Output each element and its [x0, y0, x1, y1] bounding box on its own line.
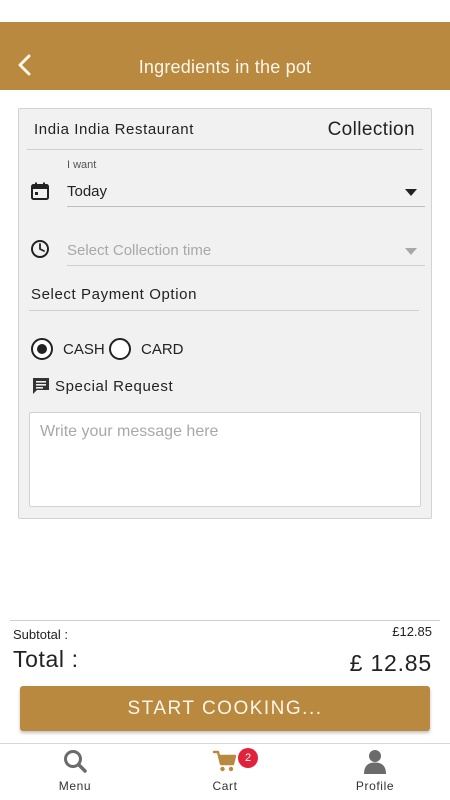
want-label: I want — [67, 159, 97, 171]
total-value: £ 12.85 — [349, 650, 432, 676]
nav-label-profile: Profile — [355, 779, 395, 793]
collection-time-select[interactable]: Select Collection time — [67, 236, 425, 266]
page-title: Ingredients in the pot — [138, 57, 312, 77]
calendar-icon — [30, 181, 50, 201]
divider — [27, 149, 423, 150]
clock-icon — [30, 239, 50, 259]
divider — [10, 620, 440, 621]
app-header: Ingredients in the pot — [0, 22, 450, 90]
special-request-input[interactable] — [29, 412, 421, 507]
payment-option-label: Select Payment Option — [31, 286, 198, 303]
payment-option-cash-label: CASH — [63, 341, 105, 358]
nav-item-menu[interactable]: Menu — [0, 744, 150, 800]
special-request-row: Special Request — [31, 375, 331, 397]
date-select[interactable]: Today — [67, 177, 425, 207]
divider — [29, 310, 419, 311]
bottom-nav: Menu 2 Cart Profile — [0, 743, 450, 800]
nav-item-cart[interactable]: 2 Cart — [150, 744, 300, 800]
search-icon — [64, 750, 87, 773]
subtotal-label: Subtotal : — [13, 627, 68, 642]
radio-unselected-icon — [109, 338, 131, 360]
nav-item-profile[interactable]: Profile — [300, 744, 450, 800]
payment-radio-card[interactable]: CARD — [109, 338, 199, 362]
chat-bubble-icon — [33, 378, 49, 394]
restaurant-name: India India Restaurant — [34, 121, 194, 138]
order-form-card: India India Restaurant Collection I want… — [18, 108, 432, 519]
cart-icon — [212, 750, 237, 772]
nav-label-cart: Cart — [212, 779, 238, 793]
caret-down-icon — [405, 248, 417, 255]
order-type-label: Collection — [327, 119, 415, 140]
collection-time-placeholder: Select Collection time — [67, 242, 212, 259]
nav-label-menu: Menu — [58, 779, 92, 793]
total-label: Total : — [13, 646, 79, 672]
special-request-label: Special Request — [55, 378, 174, 395]
status-bar — [0, 0, 450, 22]
payment-radio-cash[interactable]: CASH — [31, 338, 121, 362]
subtotal-value: £12.85 — [392, 624, 432, 639]
person-icon — [364, 750, 386, 774]
radio-selected-icon — [31, 338, 53, 360]
caret-down-icon — [405, 189, 417, 196]
date-value: Today — [67, 183, 108, 200]
cart-count-badge: 2 — [238, 748, 258, 768]
start-cooking-button[interactable]: START COOKING... — [20, 686, 430, 731]
payment-option-card-label: CARD — [141, 341, 184, 358]
